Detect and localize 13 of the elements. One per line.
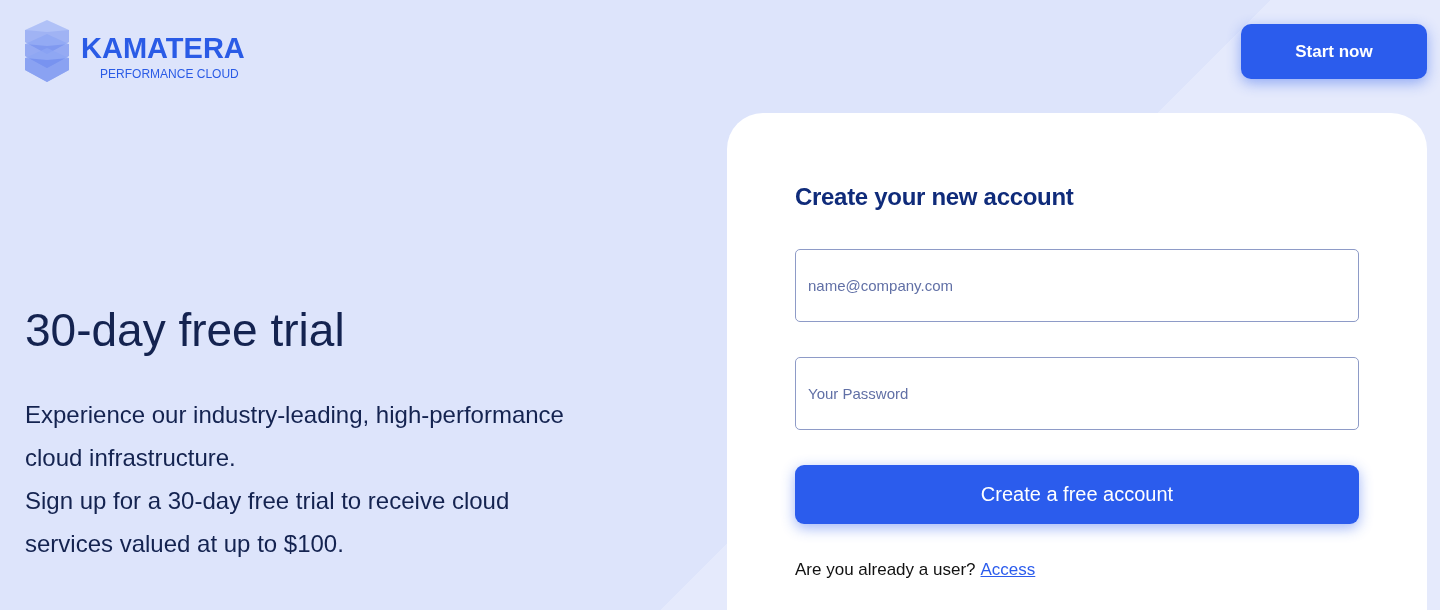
stacked-layers-icon (25, 20, 69, 82)
create-account-button[interactable]: Create a free account (795, 465, 1359, 524)
signup-title: Create your new account (795, 183, 1075, 211)
hero-paragraph: Experience our industry-leading, high-performance cloud infrastructure. (25, 400, 565, 473)
input-field[interactable]: Your Password (795, 357, 1359, 430)
brand-name: KAMATERA (81, 33, 245, 63)
brand-tagline: PERFORMANCE CLOUD (100, 66, 239, 81)
start-now-button[interactable]: Start now (1241, 24, 1427, 79)
access-link[interactable]: Access (980, 560, 1036, 580)
hero-paragraph: Sign up for a 30-day free trial to receive cloud services valued at up to $100. (25, 486, 511, 559)
login-prompt: Are you already a user? (795, 560, 976, 580)
input-field[interactable]: name@company.com (795, 249, 1359, 322)
hero-title: 30-day free trial (25, 303, 346, 357)
